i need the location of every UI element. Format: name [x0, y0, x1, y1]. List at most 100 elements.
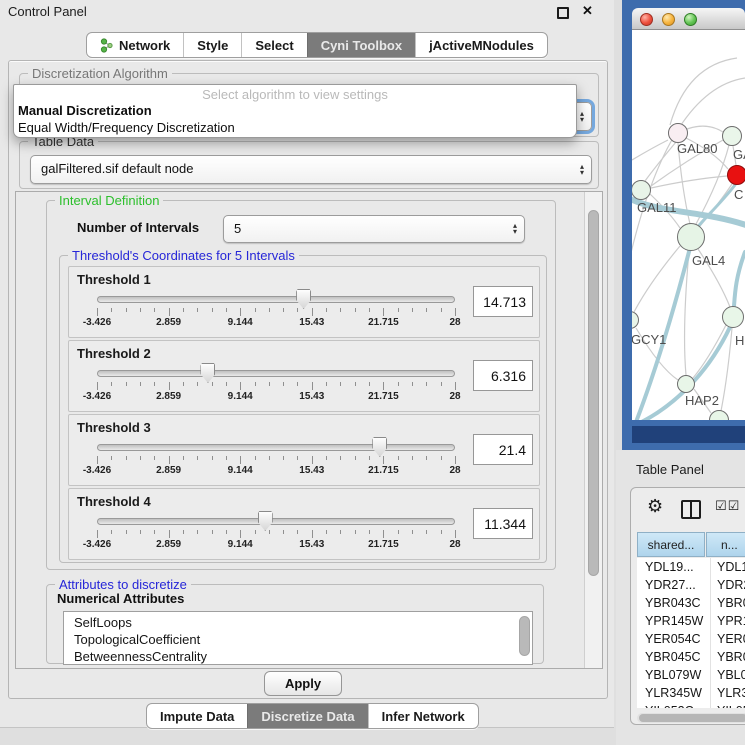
threshold-value-field[interactable]: 11.344: [473, 508, 533, 539]
list-item[interactable]: TopologicalCoefficient: [74, 631, 200, 648]
slider-thumb[interactable]: [372, 437, 387, 457]
table-row[interactable]: YPR145W YPR145W: [637, 612, 745, 630]
cell-name: YBR043C: [717, 594, 745, 612]
tick-mark: [226, 308, 227, 312]
panel-title: Control Panel: [8, 4, 87, 19]
tick-mark: [426, 308, 427, 312]
node-label: H: [735, 333, 744, 348]
table-data-group: Table Data galFiltered.sif default node …: [19, 141, 599, 189]
horizontal-scrollbar-thumb[interactable]: [639, 714, 745, 722]
tick-label: 15.43: [290, 317, 334, 328]
number-of-intervals-value: 5: [234, 216, 241, 242]
tick-mark: [326, 382, 327, 386]
node-GAL80[interactable]: [668, 123, 688, 143]
list-scrollbar-thumb[interactable]: [519, 616, 530, 656]
apply-button[interactable]: Apply: [264, 671, 342, 696]
table-row[interactable]: YDR27...YDR27...: [637, 576, 745, 594]
mac-close-icon[interactable]: [640, 13, 653, 26]
cell-shared-name: YPR145W: [645, 612, 703, 630]
tick-mark: [383, 308, 384, 316]
bottom-tab-impute-data[interactable]: Impute Data: [147, 704, 247, 728]
node-GAL11[interactable]: [632, 180, 651, 200]
slider-thumb[interactable]: [258, 511, 273, 531]
tick-mark: [240, 308, 241, 316]
gear-icon[interactable]: ⚙: [647, 496, 663, 517]
tick-mark: [312, 530, 313, 538]
bottom-tab-discretize-data[interactable]: Discretize Data: [247, 704, 367, 728]
tick-mark: [383, 530, 384, 538]
vertical-scrollbar-thumb[interactable]: [588, 210, 599, 576]
slider-track[interactable]: [97, 518, 455, 525]
number-of-intervals-combobox[interactable]: 5 ▴ ▾: [223, 215, 525, 243]
node-GAL4[interactable]: [677, 223, 705, 251]
tick-mark: [369, 530, 370, 534]
tick-mark: [197, 308, 198, 312]
slider-track[interactable]: [97, 296, 455, 303]
threshold-value-field[interactable]: 21.4: [473, 434, 533, 465]
horizontal-scrollbar-track[interactable]: [637, 713, 745, 723]
column-header-shared[interactable]: shared...: [637, 532, 705, 557]
slider-thumb[interactable]: [296, 289, 311, 309]
tick-mark: [183, 456, 184, 460]
close-icon[interactable]: ✕: [582, 3, 593, 19]
table-row[interactable]: YDL19...YDL19...: [637, 558, 745, 576]
tick-mark: [226, 382, 227, 386]
network-canvas[interactable]: GAL80GACGAL11GAL4GCY1HHAP2: [632, 30, 745, 420]
tab-jactivemnodules[interactable]: jActiveMNodules: [415, 33, 547, 57]
list-item[interactable]: BetweennessCentrality: [74, 648, 207, 665]
tick-mark: [412, 456, 413, 460]
vertical-scrollbar-track[interactable]: [584, 192, 602, 668]
checkbox-icons[interactable]: ☑☑: [715, 499, 740, 514]
tick-mark: [154, 382, 155, 386]
mac-zoom-icon[interactable]: [684, 13, 697, 26]
node-GA[interactable]: [722, 126, 742, 146]
table-row[interactable]: YIL052CYIL052C: [637, 702, 745, 708]
attributes-listbox[interactable]: SelfLoopsTopologicalCoefficientBetweenne…: [63, 611, 533, 665]
tick-mark: [312, 382, 313, 390]
node-H[interactable]: [722, 306, 744, 328]
bottom-tab-infer-network[interactable]: Infer Network: [368, 704, 478, 728]
threshold-panel-3: Threshold 3-3.4262.8599.14415.4321.71528…: [68, 414, 540, 486]
tick-mark: [212, 308, 213, 312]
table-row[interactable]: YBL079WYBL079W: [637, 666, 745, 684]
cell-shared-name: YIL052C: [645, 702, 694, 708]
table-row[interactable]: YLR345WYLR345W: [637, 684, 745, 702]
tab-style[interactable]: Style: [183, 33, 241, 57]
tick-mark: [283, 530, 284, 534]
tick-label: 28: [433, 391, 477, 402]
spinner-icon: ▴ ▾: [580, 111, 584, 123]
tab-cyni-toolbox[interactable]: Cyni Toolbox: [307, 33, 415, 57]
list-item[interactable]: SelfLoops: [74, 614, 132, 631]
threshold-value-field[interactable]: 14.713: [473, 286, 533, 317]
node-HAP2[interactable]: [677, 375, 695, 393]
tick-mark: [169, 530, 170, 538]
settings-scroll-region: Interval Definition Number of Intervals …: [15, 191, 603, 669]
node-C[interactable]: [727, 165, 745, 185]
tab-network[interactable]: Network: [87, 33, 183, 57]
tick-label: 15.43: [290, 539, 334, 550]
tick-mark: [441, 456, 442, 460]
slider-track[interactable]: [97, 370, 455, 377]
cell-name: YER054C: [717, 630, 745, 648]
columns-icon[interactable]: [681, 500, 701, 519]
threshold-value-field[interactable]: 6.316: [473, 360, 533, 391]
tick-mark: [183, 530, 184, 534]
tick-label: 9.144: [218, 539, 262, 550]
float-window-icon[interactable]: [557, 7, 569, 19]
dropdown-option-manual[interactable]: Manual Discretization: [18, 103, 152, 118]
slider-thumb[interactable]: [200, 363, 215, 383]
tick-label: 9.144: [218, 465, 262, 476]
table-row[interactable]: YBR043CYBR043C: [637, 594, 745, 612]
mac-minimize-icon[interactable]: [662, 13, 675, 26]
threshold-panel-4: Threshold 4-3.4262.8599.14415.4321.71528…: [68, 488, 540, 560]
tick-label: -3.426: [75, 465, 119, 476]
tab-select[interactable]: Select: [241, 33, 306, 57]
network-window-titlebar[interactable]: [632, 8, 745, 30]
slider-track[interactable]: [97, 444, 455, 451]
dropdown-option-equal-width[interactable]: Equal Width/Frequency Discretization: [18, 120, 235, 135]
column-header-name[interactable]: n...: [706, 532, 745, 557]
cell-name: YPR145W: [717, 612, 745, 630]
table-row[interactable]: YBR045CYBR045C: [637, 648, 745, 666]
table-data-combobox[interactable]: galFiltered.sif default node ▴ ▾: [30, 155, 592, 184]
table-row[interactable]: YER054CYER054C: [637, 630, 745, 648]
